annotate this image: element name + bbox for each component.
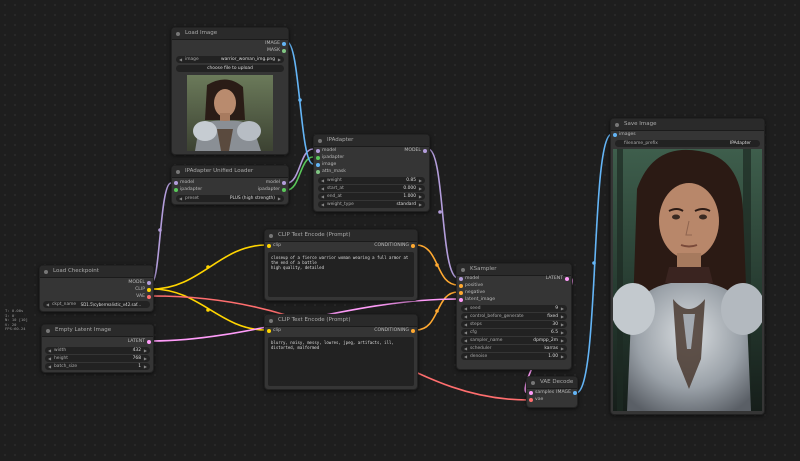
control-before-generate-widget[interactable]: ◀ control_before_generate fixed ▶: [461, 313, 567, 320]
ipadapter-node[interactable]: IPAdapter model ipadapter image attn_mas…: [313, 134, 430, 212]
reroute-dot: [206, 265, 210, 269]
vae-decode-node[interactable]: VAE Decode samples vae IMAGE: [526, 376, 578, 408]
clip-text-encode-negative-node[interactable]: CLIP Text Encode (Prompt) clip CONDITION…: [264, 314, 418, 390]
wire-loader-ipadapter: [286, 156, 314, 191]
seed-widget[interactable]: ◀ seed 9 ▶: [461, 305, 567, 312]
wire-clip-pos: [151, 244, 267, 290]
node-title[interactable]: Save Image: [611, 119, 764, 131]
input-attn-mask[interactable]: attn_mask: [316, 168, 346, 176]
input-image-preview: [187, 75, 273, 151]
empty-latent-image-node[interactable]: Empty Latent Image LATENT ◀ width 432 ▶ ◀ he…: [41, 324, 154, 373]
reroute-dot: [435, 309, 439, 313]
width-widget[interactable]: ◀ width 432 ▶: [45, 347, 150, 354]
ckpt-name-widget[interactable]: ◀ ckpt_name SD1.5\cyberrealistic_v42.saf..…: [43, 301, 150, 308]
weight-widget[interactable]: ◀ weight 0.85 ▶: [318, 177, 425, 184]
wire-to-save: [575, 133, 613, 394]
input-clip[interactable]: clip: [267, 242, 281, 250]
output-model[interactable]: MODEL: [404, 147, 427, 155]
upload-button[interactable]: choose file to upload: [176, 65, 284, 72]
node-title[interactable]: CLIP Text Encode (Prompt): [265, 315, 417, 327]
node-title[interactable]: IPAdapter Unified Loader: [172, 166, 288, 178]
output-image[interactable]: IMAGE: [556, 389, 577, 397]
output-mask[interactable]: MASK: [267, 47, 286, 55]
stats-line: FPS:60.24: [5, 326, 26, 332]
wire-image-to-ipadapter: [286, 41, 314, 165]
start-at-widget[interactable]: ◀ start_at 0.000 ▶: [318, 185, 425, 192]
batch-size-widget[interactable]: ◀ batch_size 1 ▶: [45, 363, 150, 370]
output-conditioning[interactable]: CONDITIONING: [374, 242, 415, 250]
node-title[interactable]: Empty Latent Image: [42, 325, 153, 337]
preset-widget[interactable]: ◀ preset PLUS (high strength) ▶: [176, 195, 284, 202]
steps-widget[interactable]: ◀ steps 30 ▶: [461, 321, 567, 328]
input-latent-image[interactable]: latent_image: [459, 296, 495, 304]
reroute-dot: [592, 261, 596, 265]
stats-overlay: T: 0.00s I: 0 N: 10 [10] V: 20 FPS:60.24: [5, 308, 28, 332]
end-at-widget[interactable]: ◀ end_at 1.000 ▶: [318, 193, 425, 200]
input-images[interactable]: images: [613, 131, 636, 139]
reroute-dot: [158, 228, 162, 232]
node-title[interactable]: VAE Decode: [527, 377, 577, 389]
sampler-name-widget[interactable]: ◀ sampler_name dpmpp_2m ▶: [461, 337, 567, 344]
input-clip[interactable]: clip: [267, 327, 281, 335]
denoise-widget[interactable]: ◀ denoise 1.00 ▶: [461, 353, 567, 360]
input-ipadapter[interactable]: ipadapter: [174, 186, 202, 194]
input-vae[interactable]: vae: [529, 396, 543, 404]
reroute-dot: [438, 210, 442, 214]
wire-model-to-loader: [151, 182, 172, 283]
reroute-dot: [298, 98, 302, 102]
ksampler-node[interactable]: KSampler model positive negative latent_…: [456, 263, 572, 370]
wire-loader-model-to-ipadapter: [286, 148, 314, 184]
node-title[interactable]: CLIP Text Encode (Prompt): [265, 230, 417, 242]
reroute-dot: [435, 263, 439, 267]
ipadapter-unified-loader-node[interactable]: IPAdapter Unified Loader model ipadapter…: [171, 165, 289, 205]
node-title[interactable]: IPAdapter: [314, 135, 429, 147]
clip-text-encode-positive-node[interactable]: CLIP Text Encode (Prompt) clip CONDITION…: [264, 229, 418, 301]
weight-type-widget[interactable]: ◀ weight_type standard ▶: [318, 201, 425, 208]
reroute-dot: [206, 308, 210, 312]
output-vae[interactable]: VAE: [136, 293, 151, 301]
prompt-textarea[interactable]: blurry, noisy, messy, lowres, jpeg, arti…: [268, 337, 414, 386]
wire-ipadapter-to-ksampler: [427, 148, 459, 279]
image-select[interactable]: ◀ image warrior_woman_img.png ▶: [176, 56, 284, 63]
output-ipadapter[interactable]: ipadapter: [258, 186, 286, 194]
height-widget[interactable]: ◀ height 768 ▶: [45, 355, 150, 362]
cfg-widget[interactable]: ◀ cfg 6.5 ▶: [461, 329, 567, 336]
output-image-preview: [613, 149, 762, 411]
node-title[interactable]: Load Checkpoint: [40, 266, 153, 278]
output-latent[interactable]: LATENT: [546, 275, 569, 283]
load-image-node[interactable]: Load Image IMAGE MASK ◀ image warrior_wo…: [171, 27, 289, 155]
output-latent[interactable]: LATENT: [128, 338, 151, 346]
wire-clip-neg: [151, 288, 267, 331]
wire-positive: [415, 244, 459, 286]
load-checkpoint-node[interactable]: Load Checkpoint MODEL CLIP VAE ◀ ckpt_nam…: [39, 265, 154, 312]
node-title[interactable]: Load Image: [172, 28, 288, 40]
save-image-node[interactable]: Save Image images filename_prefix IPAdapt…: [610, 118, 765, 415]
filename-prefix-widget[interactable]: filename_prefix IPAdapter: [615, 140, 760, 147]
output-conditioning[interactable]: CONDITIONING: [374, 327, 415, 335]
scheduler-widget[interactable]: ◀ scheduler karras ▶: [461, 345, 567, 352]
prompt-textarea[interactable]: closeup of a fierce warrior woman wearin…: [268, 252, 414, 297]
wire-negative: [415, 291, 459, 331]
